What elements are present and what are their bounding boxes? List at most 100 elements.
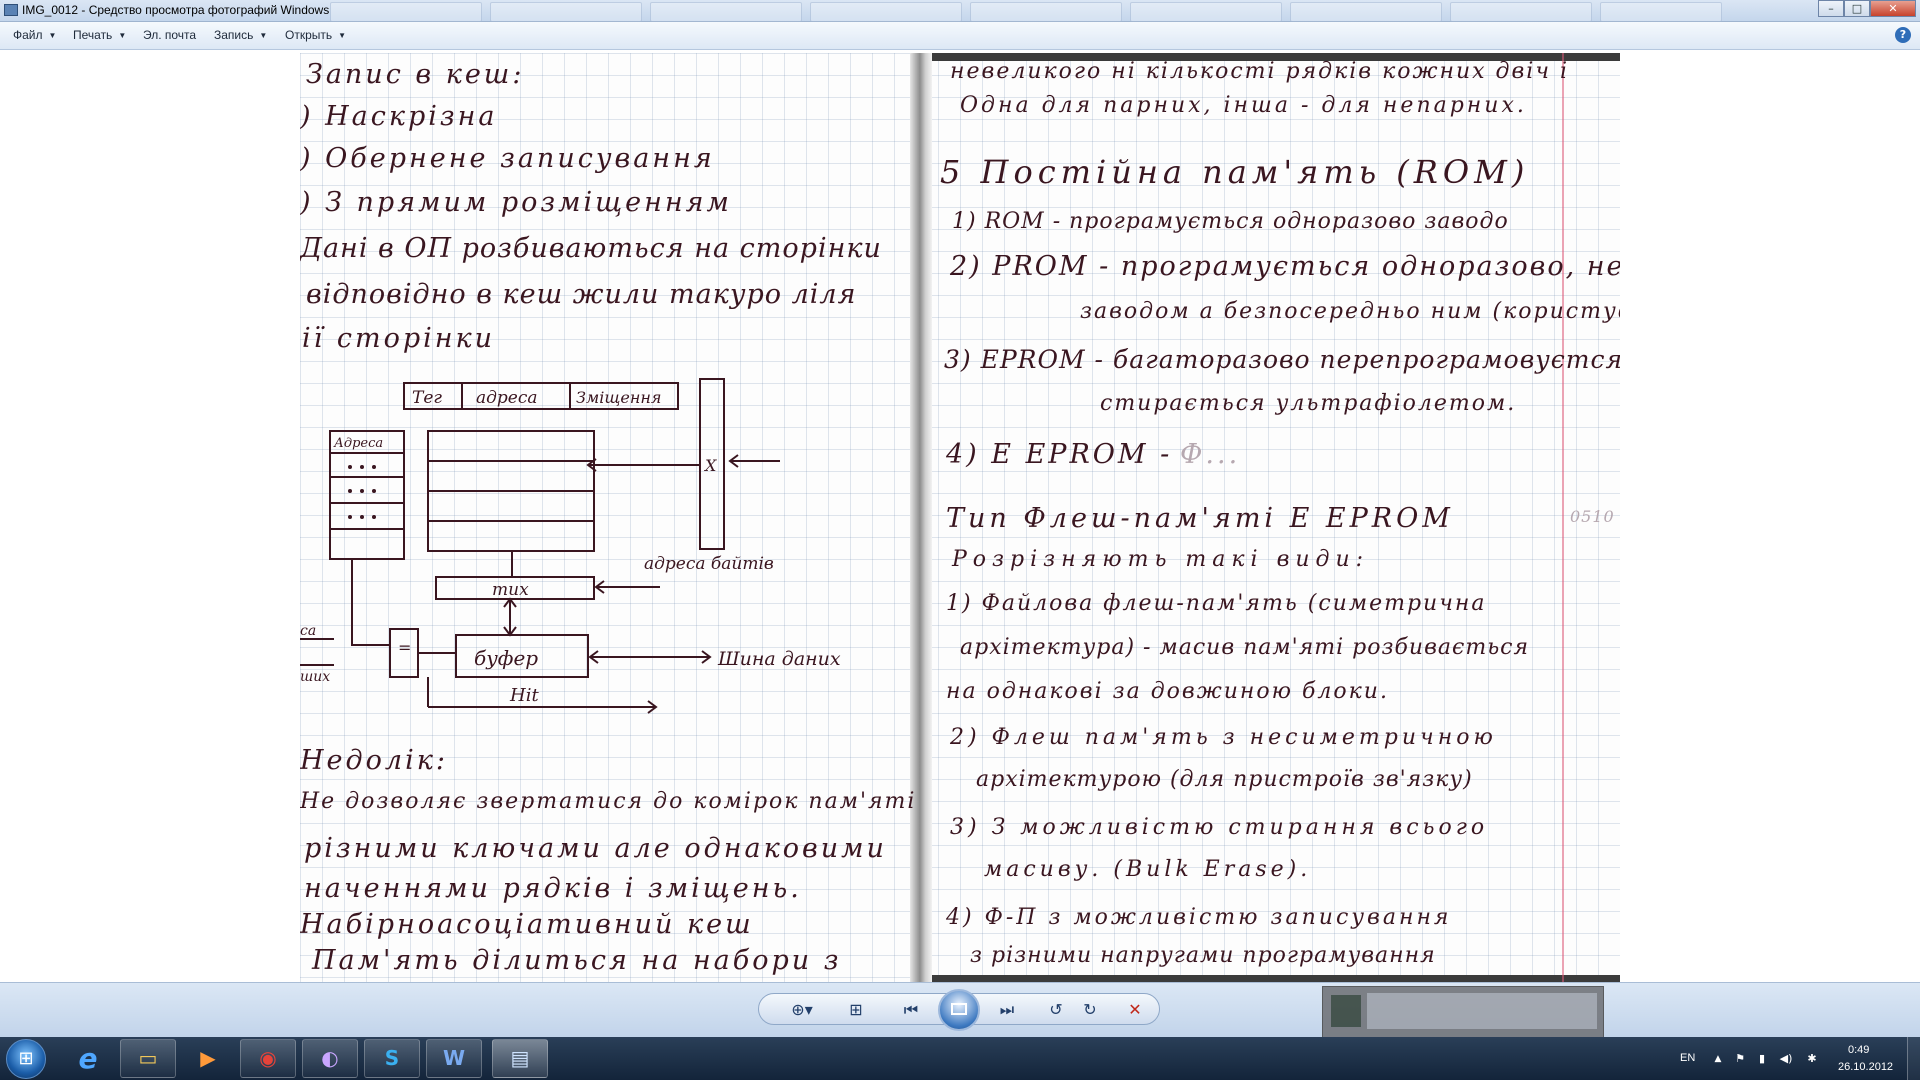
photo-viewport[interactable]: Запис в кеш: ) Наскрізна ) Обернене запи… bbox=[0, 50, 1920, 983]
fit-to-window-icon[interactable]: ⊞ bbox=[842, 998, 870, 1022]
menu-file-label: Файл bbox=[13, 28, 43, 42]
rotate-right-icon[interactable]: ↻ bbox=[1078, 998, 1102, 1022]
background-window-tab[interactable] bbox=[970, 2, 1122, 22]
handwritten-line: 4) E EPROM - bbox=[946, 439, 1173, 470]
address-label: адреса bbox=[476, 388, 538, 408]
title-bar: IMG_0012 - Средство просмотра фотографий… bbox=[0, 0, 1920, 22]
window-title: IMG_0012 - Средство просмотра фотографий… bbox=[22, 3, 330, 17]
handwritten-line: стирається ультрафіолетом. bbox=[1100, 391, 1517, 416]
chevron-down-icon: ▼ bbox=[259, 31, 268, 40]
handwritten-line: відповідно в кеш жили такуро ліля bbox=[306, 279, 857, 310]
buffer-label: буфер bbox=[474, 646, 538, 670]
handwritten-line: на однакові за довжиною блоки. bbox=[946, 679, 1389, 704]
file-explorer-icon[interactable]: ▭ bbox=[120, 1039, 176, 1078]
faded-text: Ф... bbox=[1180, 439, 1241, 470]
offset-label: Зміщення bbox=[576, 388, 662, 407]
handwritten-line: Запис в кеш: bbox=[306, 59, 525, 90]
help-icon[interactable]: ? bbox=[1895, 27, 1911, 43]
margin-line bbox=[1562, 53, 1564, 983]
handwritten-line: ) Наскрізна bbox=[300, 101, 498, 132]
addresses-label: Адреса bbox=[333, 436, 383, 451]
handwritten-line: 2) PROM - програмується одноразово, не bbox=[950, 251, 1620, 282]
background-window-tab[interactable] bbox=[490, 2, 642, 22]
handwritten-line: Тип Флеш-пам'яті E EPROM bbox=[946, 503, 1454, 534]
previous-icon[interactable]: ⏮ bbox=[896, 998, 926, 1022]
handwritten-line: наченнями рядків і зміщень. bbox=[304, 873, 802, 904]
internet-explorer-icon[interactable]: e bbox=[60, 1039, 116, 1078]
clock-time[interactable]: 0:49 bbox=[1848, 1044, 1869, 1056]
input-label: са bbox=[300, 623, 316, 639]
thumbnail-image bbox=[1331, 995, 1361, 1027]
skype-icon[interactable]: S bbox=[364, 1039, 420, 1078]
input-label: ших bbox=[300, 669, 330, 685]
menu-print-label: Печать bbox=[73, 28, 113, 42]
slideshow-glyph bbox=[951, 1003, 967, 1015]
cache-diagram: Тег адреса Зміщення Адреса X адреса байт… bbox=[300, 378, 841, 714]
handwritten-line: Розрізняють такі види: bbox=[952, 547, 1370, 572]
background-window-tab[interactable] bbox=[1130, 2, 1282, 22]
taskbar: ⊞ e ▭ ▶ ◉ ◐ S W ▤ EN ▲ ⚑ ▮ ◀) ✱ 0:49 26.… bbox=[0, 1037, 1920, 1080]
network-icon[interactable]: ▮ bbox=[1756, 1053, 1768, 1065]
photo-viewer-icon[interactable]: ▤ bbox=[492, 1039, 548, 1078]
handwritten-line: архітектурою (для пристроїв зв'язку) bbox=[976, 767, 1473, 792]
tag-label: Тег bbox=[412, 388, 442, 408]
notebook-spine bbox=[910, 53, 932, 983]
handwritten-line: 1) Файлова флеш-пам'ять (симетрична bbox=[946, 591, 1487, 616]
start-button[interactable]: ⊞ bbox=[6, 1039, 46, 1079]
mux-label: mux bbox=[492, 580, 529, 600]
menu-burn-label: Запись bbox=[214, 28, 254, 42]
handwritten-line: ) Обернене записування bbox=[300, 143, 715, 174]
background-window-tab[interactable] bbox=[810, 2, 962, 22]
handwritten-line: Дані в ОП розбиваються на сторінки bbox=[300, 233, 882, 264]
handwritten-line: з різними напругами програмування bbox=[970, 943, 1436, 968]
handwritten-line: 2) Флеш пам'ять з несиметричною bbox=[950, 725, 1497, 750]
menu-file[interactable]: Файл ▼ bbox=[13, 28, 56, 42]
handwritten-line: Набірноасоціативний кеш bbox=[300, 909, 754, 940]
chevron-down-icon: ▼ bbox=[338, 31, 347, 40]
handwritten-line: заводом а безпосередньо ним (користув bbox=[1080, 299, 1620, 324]
hit-label: Hit bbox=[509, 685, 539, 706]
viewer-control-bar: ⊕▾ ⊞ ⏮ ⏭ ↺ ↻ ✕ bbox=[0, 982, 1920, 1038]
menu-print[interactable]: Печать ▼ bbox=[73, 28, 126, 42]
handwritten-line: невеликого ні кількості рядків кожних дв… bbox=[950, 59, 1570, 84]
action-center-icon[interactable]: ⚑ bbox=[1734, 1053, 1746, 1065]
clock-date[interactable]: 26.10.2012 bbox=[1838, 1061, 1893, 1073]
rotate-left-icon[interactable]: ↺ bbox=[1044, 998, 1068, 1022]
volume-icon[interactable]: ◀) bbox=[1778, 1053, 1794, 1065]
page-number: 0510 bbox=[1570, 507, 1615, 526]
handwritten-line: 3) З можливістю стирання всього bbox=[950, 815, 1489, 840]
handwritten-line: ії сторінки bbox=[302, 323, 496, 354]
menu-email[interactable]: Эл. почта bbox=[143, 28, 196, 42]
background-window-tab[interactable] bbox=[330, 2, 482, 22]
handwritten-line: 1) ROM - програмується одноразово заводо bbox=[952, 209, 1509, 234]
chevron-down-icon: ▼ bbox=[48, 31, 57, 40]
zoom-icon[interactable]: ⊕▾ bbox=[784, 998, 820, 1022]
data-bus-label: Шина даних bbox=[717, 648, 841, 670]
word-icon[interactable]: W bbox=[426, 1039, 482, 1078]
background-window-tab[interactable] bbox=[1290, 2, 1442, 22]
background-window-tab[interactable] bbox=[1450, 2, 1592, 22]
slideshow-icon[interactable] bbox=[938, 989, 980, 1031]
show-desktop-button[interactable] bbox=[1907, 1037, 1920, 1080]
maximize-button[interactable]: □ bbox=[1844, 0, 1870, 17]
handwritten-line: Одна для парних, інша - для непарних. bbox=[960, 93, 1527, 118]
next-icon[interactable]: ⏭ bbox=[992, 998, 1022, 1022]
menu-burn[interactable]: Запись ▼ bbox=[214, 28, 267, 42]
menu-open[interactable]: Открыть ▼ bbox=[285, 28, 346, 42]
tray-app-icon[interactable]: ✱ bbox=[1806, 1053, 1818, 1065]
chrome-icon[interactable]: ◉ bbox=[240, 1039, 296, 1078]
media-player-icon[interactable]: ▶ bbox=[180, 1039, 236, 1078]
minimize-button[interactable]: – bbox=[1818, 0, 1844, 17]
chevron-down-icon: ▼ bbox=[118, 31, 127, 40]
delete-icon[interactable]: ✕ bbox=[1122, 998, 1148, 1022]
background-window-tab[interactable] bbox=[1600, 2, 1722, 22]
notebook-photo: Запис в кеш: ) Наскрізна ) Обернене запи… bbox=[300, 53, 1620, 983]
tray-expand-icon[interactable]: ▲ bbox=[1712, 1053, 1724, 1065]
handwritten-line: Недолік: bbox=[300, 745, 448, 776]
background-window-tab[interactable] bbox=[650, 2, 802, 22]
photo-viewer-app-icon bbox=[4, 4, 18, 16]
torrent-icon[interactable]: ◐ bbox=[302, 1039, 358, 1078]
comparator-label: = bbox=[398, 638, 411, 657]
close-button[interactable]: ✕ bbox=[1870, 0, 1916, 17]
language-indicator[interactable]: EN bbox=[1680, 1052, 1695, 1064]
